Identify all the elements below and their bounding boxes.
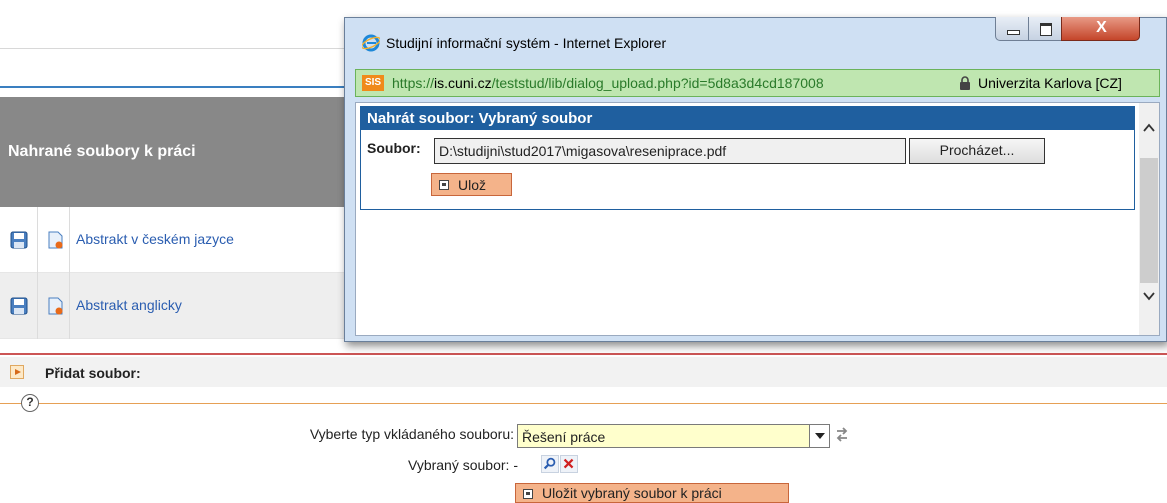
search-file-button[interactable]: [541, 455, 559, 473]
chevron-down-icon[interactable]: [809, 425, 829, 447]
help-icon[interactable]: ?: [21, 394, 39, 412]
document-icon[interactable]: [46, 297, 64, 315]
file-field-label: Soubor:: [367, 140, 421, 156]
upload-panel-header: Nahrát soubor: Vybraný soubor: [360, 106, 1135, 130]
scroll-thumb[interactable]: [1140, 158, 1158, 283]
search-icon: [543, 457, 556, 470]
sis-favicon: SIS: [362, 75, 384, 91]
divider-orange: [0, 403, 1167, 404]
save-icon[interactable]: [10, 231, 28, 249]
browse-button[interactable]: Procházet...: [909, 138, 1045, 164]
certificate-owner[interactable]: Univerzita Karlova [CZ]: [978, 75, 1122, 91]
maximize-button[interactable]: [1028, 17, 1062, 41]
file-link-abstrakt-en[interactable]: Abstrakt anglicky: [76, 297, 182, 313]
internet-explorer-icon: [362, 34, 380, 52]
minimize-button[interactable]: [995, 17, 1029, 41]
file-type-label: Vyberte typ vkládaného souboru:: [309, 426, 514, 442]
file-type-select[interactable]: Řešení práce: [517, 424, 830, 448]
divider-red: [0, 353, 1167, 355]
save-upload-button[interactable]: Ulož: [431, 173, 512, 196]
add-file-title: Přidat soubor:: [45, 365, 141, 381]
url-text[interactable]: https://is.cuni.cz/teststud/lib/dialog_u…: [392, 75, 950, 91]
file-path-input[interactable]: D:\studijni\stud2017\migasova\reseniprac…: [434, 138, 906, 164]
close-icon: [563, 458, 574, 469]
expand-arrow-icon[interactable]: [10, 365, 24, 379]
clear-file-button[interactable]: [560, 455, 578, 473]
file-link-abstrakt-cz[interactable]: Abstrakt v českém jazyce: [76, 231, 234, 247]
upload-panel-body: Soubor: D:\studijni\stud2017\migasova\re…: [360, 130, 1135, 210]
selected-file-label: Vybraný soubor: -: [408, 457, 518, 473]
chevron-down-icon[interactable]: [1142, 289, 1156, 303]
save-icon[interactable]: [10, 297, 28, 315]
files-table-title: Nahrané soubory k práci: [8, 143, 196, 160]
save-selected-file-button[interactable]: Uložit vybraný soubor k práci: [515, 483, 789, 503]
close-window-button[interactable]: X: [1061, 17, 1140, 41]
upload-popup-window[interactable]: Studijní informační systém - Internet Ex…: [344, 17, 1167, 342]
selected-file-value: -: [513, 457, 518, 473]
save-box-icon: [523, 489, 533, 499]
lock-icon[interactable]: [959, 76, 971, 90]
add-file-bar[interactable]: Přidat soubor:: [0, 357, 1167, 387]
popup-scrollbar[interactable]: [1139, 103, 1159, 335]
popup-content: Nahrát soubor: Vybraný soubor Soubor: D:…: [355, 102, 1160, 336]
popup-titlebar[interactable]: Studijní informační systém - Internet Ex…: [345, 17, 1166, 64]
swap-arrows-icon[interactable]: [834, 426, 850, 444]
file-type-value: Řešení práce: [522, 429, 606, 445]
save-box-icon: [439, 180, 449, 190]
address-bar[interactable]: SIS https://is.cuni.cz/teststud/lib/dial…: [355, 69, 1160, 97]
popup-window-title: Studijní informační systém - Internet Ex…: [386, 35, 667, 51]
chevron-up-icon[interactable]: [1142, 121, 1156, 135]
document-icon[interactable]: [46, 231, 64, 249]
close-icon: X: [1096, 19, 1107, 36]
